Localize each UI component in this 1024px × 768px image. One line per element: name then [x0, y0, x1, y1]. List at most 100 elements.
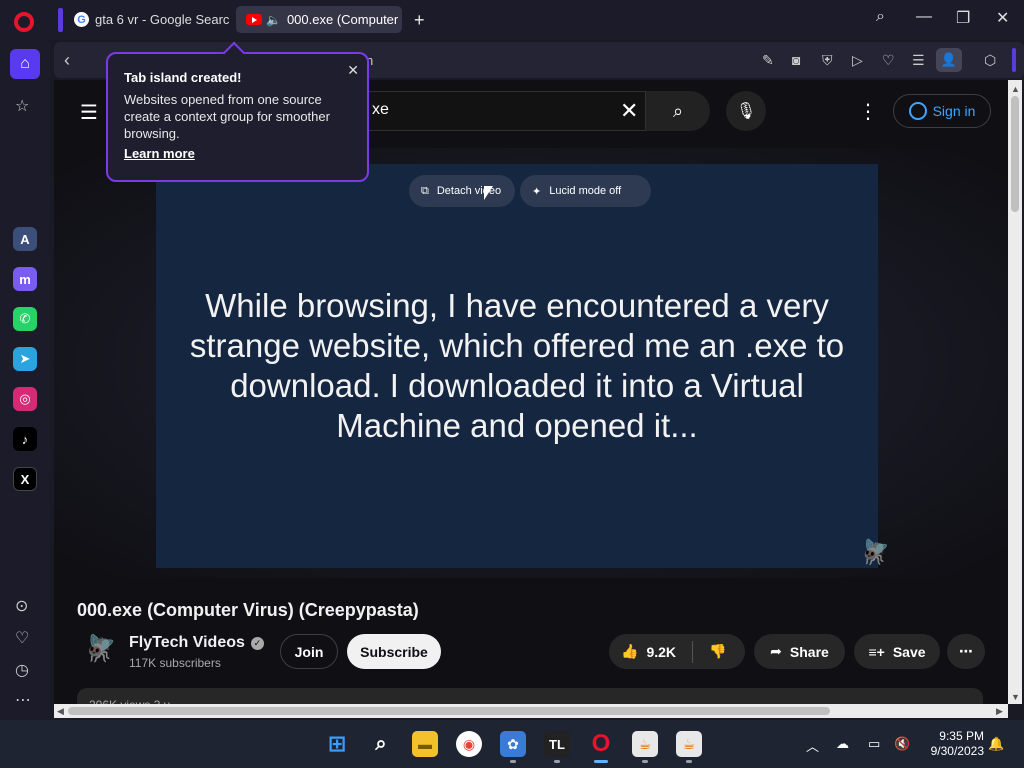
- send-icon[interactable]: ▷: [852, 52, 863, 69]
- more-options-icon[interactable]: ⋯: [15, 690, 31, 710]
- adblock-shield-icon[interactable]: ⛨: [822, 52, 833, 69]
- home-icon[interactable]: ⌂: [10, 49, 40, 79]
- video-caption-text: While browsing, I have encountered a ver…: [189, 287, 845, 444]
- opera-taskbar-icon[interactable]: O: [588, 730, 614, 757]
- search-icon[interactable]: ⌕: [368, 731, 394, 757]
- add-to-playlist-icon: ≡+: [868, 643, 885, 660]
- opera-sidebar: [0, 40, 50, 720]
- running-indicator: [510, 760, 516, 763]
- running-indicator: [554, 760, 560, 763]
- aria-ai-icon[interactable]: A: [13, 227, 37, 251]
- scroll-down-arrow-icon[interactable]: ▼: [1011, 692, 1020, 702]
- heart-icon[interactable]: ♡: [882, 52, 895, 69]
- accent-bar: [1012, 48, 1016, 72]
- vertical-scroll-thumb[interactable]: [1011, 96, 1019, 212]
- windows-start-icon[interactable]: ⊞: [324, 731, 350, 757]
- scroll-right-arrow-icon[interactable]: ▶: [996, 706, 1003, 717]
- microphone-icon[interactable]: 🎙: [726, 91, 766, 131]
- telegram-icon[interactable]: ➤: [13, 347, 37, 371]
- lucid-label: Lucid mode off: [549, 185, 622, 197]
- lucid-mode-button[interactable]: ✦ Lucid mode off: [520, 175, 651, 207]
- messenger-icon[interactable]: m: [13, 267, 37, 291]
- subscribe-button[interactable]: Subscribe: [347, 634, 441, 669]
- opera-logo-icon[interactable]: [14, 12, 34, 32]
- file-explorer-icon[interactable]: ▬: [412, 731, 438, 757]
- tab-google-search[interactable]: G gta 6 vr - Google Search: [64, 6, 230, 33]
- java-icon[interactable]: ☕: [676, 731, 702, 757]
- player-icon[interactable]: ⊙: [15, 596, 28, 616]
- profile-icon[interactable]: 👤: [936, 48, 962, 72]
- running-indicator: [686, 760, 692, 763]
- minimize-button[interactable]: —: [916, 8, 932, 26]
- sign-in-label: Sign in: [932, 103, 976, 119]
- tiktok-icon[interactable]: ♪: [13, 427, 37, 451]
- thumbs-up-icon[interactable]: 👍: [621, 643, 638, 660]
- scroll-up-arrow-icon[interactable]: ▲: [1011, 84, 1020, 94]
- save-label: Save: [892, 643, 926, 660]
- history-icon[interactable]: ◷: [15, 660, 29, 680]
- notification-bell-icon[interactable]: 🔔: [988, 736, 1004, 752]
- account-icon: [908, 102, 927, 120]
- share-button[interactable]: ➦ Share: [754, 634, 845, 669]
- save-button[interactable]: ≡+ Save: [854, 634, 940, 669]
- volume-muted-icon[interactable]: 🔇: [894, 736, 910, 752]
- network-icon[interactable]: ▭: [868, 736, 880, 752]
- instagram-icon[interactable]: ◎: [13, 387, 37, 411]
- clock[interactable]: 9:35 PM 9/30/2023: [918, 729, 984, 759]
- sign-in-button[interactable]: Sign in: [893, 94, 991, 128]
- join-button[interactable]: Join: [280, 634, 338, 669]
- channel-avatar[interactable]: 🪰: [84, 633, 116, 667]
- clear-search-icon[interactable]: ✕: [620, 98, 638, 124]
- close-icon[interactable]: ✕: [347, 62, 359, 79]
- channel-name[interactable]: FlyTech Videos ✓: [129, 634, 264, 652]
- bookmarks-star-icon[interactable]: ☆: [15, 96, 29, 116]
- new-tab-button[interactable]: +: [414, 10, 425, 31]
- java-icon[interactable]: ☕: [632, 731, 658, 757]
- sparkle-icon: ✦: [532, 185, 542, 198]
- running-indicator: [642, 760, 648, 763]
- fly-watermark-icon: 🪰: [860, 539, 890, 566]
- onedrive-icon[interactable]: ☁: [836, 736, 849, 752]
- like-dislike-group[interactable]: 👍 9.2K 👎: [609, 634, 745, 669]
- tooltip-body: Websites opened from one source create a…: [124, 92, 330, 141]
- like-count: 9.2K: [646, 643, 677, 660]
- more-actions-icon[interactable]: ⋯: [947, 634, 985, 669]
- edit-icon[interactable]: ✎: [762, 52, 774, 69]
- learn-more-link[interactable]: Learn more: [124, 146, 195, 161]
- back-button[interactable]: ‹: [64, 50, 70, 71]
- tlauncher-icon[interactable]: TL: [544, 731, 570, 757]
- tab-island-indicator: [58, 8, 63, 32]
- horizontal-scroll-thumb[interactable]: [68, 707, 830, 715]
- restore-button[interactable]: ❐: [956, 8, 970, 28]
- paint-icon[interactable]: ✿: [500, 731, 526, 757]
- search-query[interactable]: xe: [372, 101, 389, 119]
- detach-icon: ⧉: [421, 184, 429, 197]
- close-window-button[interactable]: ✕: [996, 8, 1009, 28]
- clock-time: 9:35 PM: [939, 729, 984, 743]
- tab-label: gta 6 vr - Google Search: [95, 12, 230, 27]
- tab-label: 000.exe (Computer Vi: [286, 12, 402, 27]
- scroll-left-arrow-icon[interactable]: ◀: [57, 706, 64, 717]
- whatsapp-icon[interactable]: ✆: [13, 307, 37, 331]
- tooltip-title: Tab island created!: [124, 70, 242, 85]
- detach-video-button[interactable]: ⧉ Detach video: [409, 175, 515, 207]
- speaker-icon[interactable]: 🔈: [266, 13, 281, 27]
- search-tabs-icon[interactable]: ⌕: [876, 8, 885, 26]
- x-twitter-icon[interactable]: X: [13, 467, 37, 491]
- search-icon[interactable]: ⌕: [646, 91, 710, 131]
- tab-island-tooltip: Tab island created! Websites opened from…: [106, 52, 369, 182]
- channel-name-text[interactable]: FlyTech Videos: [129, 634, 245, 651]
- easy-setup-icon[interactable]: ☰: [912, 52, 925, 69]
- tab-youtube-video[interactable]: 🔈 000.exe (Computer Vi: [236, 6, 402, 33]
- camera-icon[interactable]: ◙: [792, 52, 800, 68]
- heart-icon[interactable]: ♡: [15, 628, 29, 648]
- clock-date: 9/30/2023: [930, 744, 984, 758]
- thumbs-down-icon[interactable]: 👎: [709, 643, 726, 660]
- settings-kebab-icon[interactable]: ⋮: [858, 99, 878, 124]
- extensions-cube-icon[interactable]: ⬡: [984, 52, 996, 69]
- tray-chevron-icon[interactable]: ︿: [806, 736, 819, 755]
- menu-icon[interactable]: ☰: [80, 100, 98, 125]
- google-icon: G: [74, 12, 89, 27]
- video-title: 000.exe (Computer Virus) (Creepypasta): [77, 600, 419, 620]
- chrome-icon[interactable]: ◉: [456, 731, 482, 757]
